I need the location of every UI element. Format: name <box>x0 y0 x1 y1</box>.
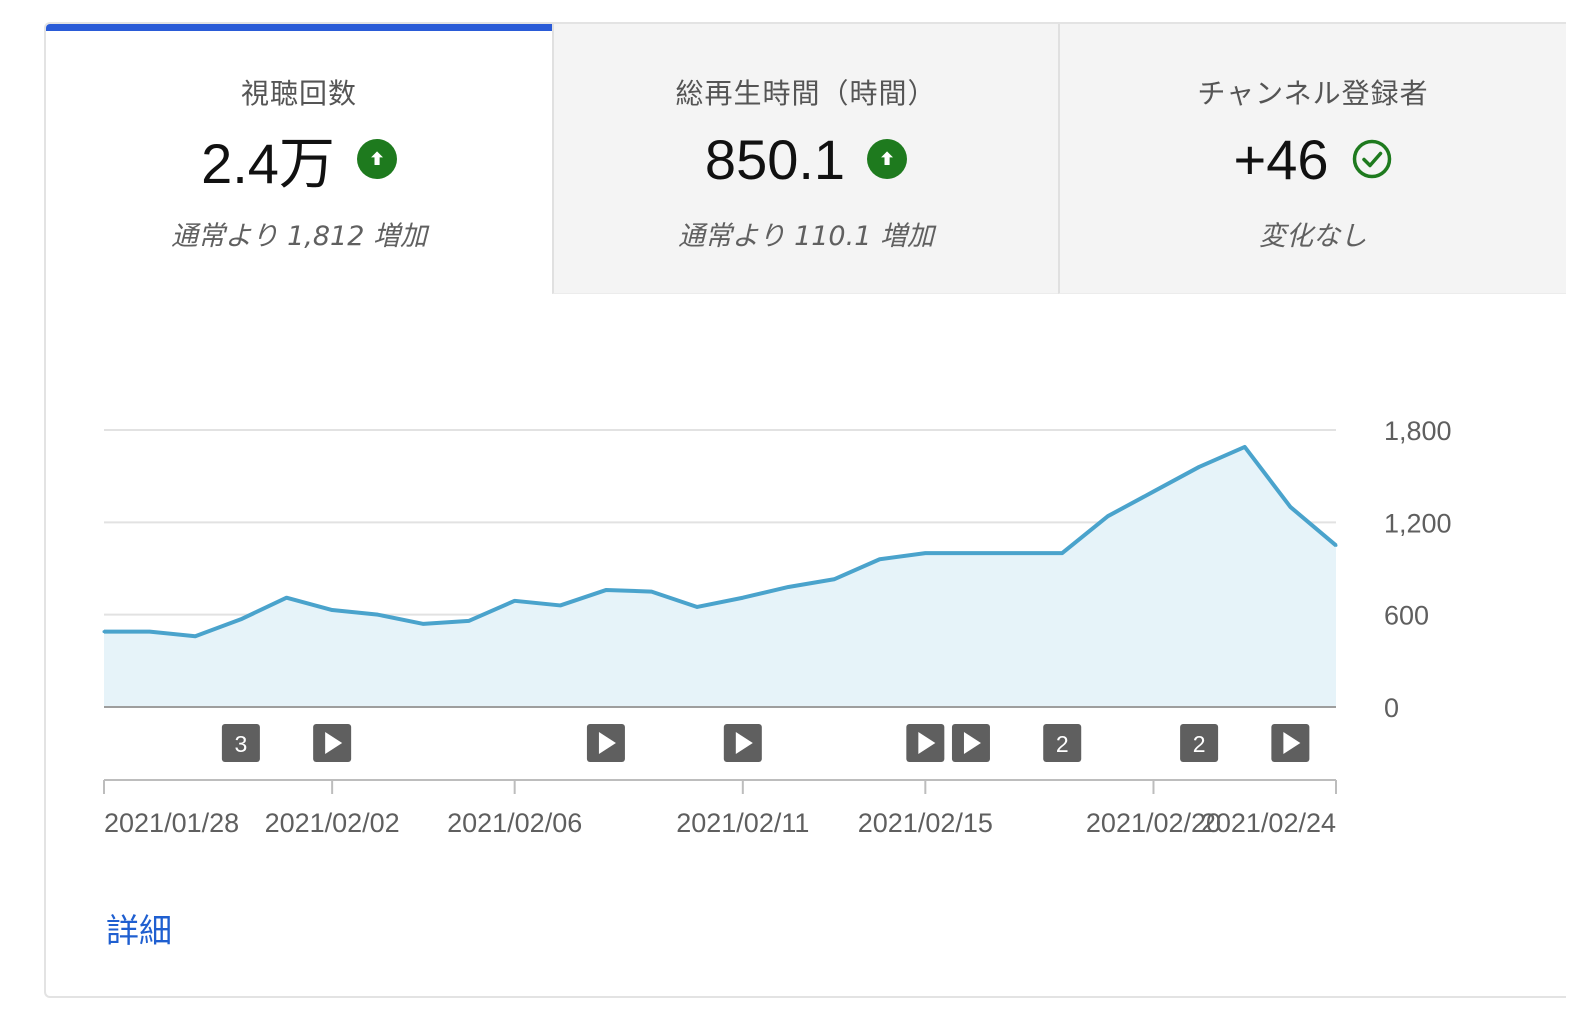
x-tick-label: 2021/02/24 <box>1201 808 1336 838</box>
data-point <box>330 608 334 612</box>
data-point <box>148 630 152 634</box>
video-marker[interactable] <box>586 724 625 762</box>
arrow-up-circle-icon <box>356 139 397 179</box>
y-tick-label: 600 <box>1384 601 1429 631</box>
tab-value: 2.4万 <box>201 131 335 195</box>
count-marker[interactable]: 3 <box>221 724 260 762</box>
x-tick-label: 2021/02/15 <box>858 808 993 838</box>
analytics-card: 視聴回数 2.4万 通常より 1,812 増加 総再生時間（時間） 850.1 … <box>44 22 1566 998</box>
data-point <box>878 557 882 561</box>
y-tick-label: 1,800 <box>1384 416 1452 446</box>
data-point <box>1334 543 1338 547</box>
arrow-up-circle-icon <box>867 139 908 179</box>
count-marker[interactable]: 2 <box>1043 724 1082 762</box>
data-point <box>604 588 608 592</box>
marker-count: 3 <box>234 731 247 757</box>
data-point <box>650 590 654 594</box>
check-circle-icon <box>1351 138 1393 180</box>
marker-count: 2 <box>1193 731 1206 757</box>
details-link[interactable]: 詳細 <box>106 904 172 952</box>
video-marker[interactable] <box>723 724 762 762</box>
data-point <box>1151 490 1155 494</box>
data-point <box>1060 551 1064 555</box>
x-tick-label: 2021/02/11 <box>676 808 809 838</box>
views-chart: 0 600 1,200 1,800 3 2 2 2021/01/28 2021/02/02 202… <box>46 294 1566 854</box>
tab-title: 視聴回数 <box>240 77 357 110</box>
views-area <box>104 446 1336 707</box>
tab-value: +46 <box>1233 127 1329 191</box>
data-point <box>193 634 197 638</box>
data-point <box>741 596 745 600</box>
x-tick-label: 2021/01/28 <box>104 808 239 838</box>
data-point <box>1243 445 1247 449</box>
tab-comparison: 通常より 110.1 増加 <box>678 221 934 252</box>
tab-comparison: 通常より 1,812 増加 <box>171 221 427 252</box>
data-point <box>1106 514 1110 518</box>
data-point <box>786 585 790 589</box>
data-point <box>969 551 973 555</box>
x-tick-label: 2021/02/02 <box>265 808 400 838</box>
tab-title: チャンネル登録者 <box>1197 77 1429 110</box>
count-marker[interactable]: 2 <box>1180 724 1219 762</box>
tab-watch-time[interactable]: 総再生時間（時間） 850.1 通常より 110.1 増加 <box>552 24 1058 294</box>
data-point <box>695 605 699 609</box>
tab-value: 850.1 <box>704 127 846 191</box>
tab-title: 総再生時間（時間） <box>675 77 937 110</box>
data-point <box>1288 505 1292 509</box>
y-tick-label: 0 <box>1384 693 1399 723</box>
data-point <box>421 622 425 626</box>
data-point <box>239 617 243 621</box>
data-point <box>923 551 927 555</box>
data-point <box>1015 551 1019 555</box>
video-marker[interactable] <box>951 724 990 762</box>
video-marker[interactable] <box>906 724 945 762</box>
tab-views[interactable]: 視聴回数 2.4万 通常より 1,812 増加 <box>46 24 552 294</box>
y-tick-label: 1,200 <box>1384 508 1452 538</box>
metric-tabs: 視聴回数 2.4万 通常より 1,812 増加 総再生時間（時間） 850.1 … <box>46 24 1566 294</box>
data-point <box>832 577 836 581</box>
views-area-chart: 0 600 1,200 1,800 3 2 2 2021/01/28 2021/02/02 202… <box>102 416 1452 838</box>
data-point <box>376 613 380 617</box>
tab-comparison: 変化なし <box>1259 221 1367 252</box>
tab-subscribers[interactable]: チャンネル登録者 +46 変化なし <box>1058 24 1566 294</box>
data-point <box>285 596 289 600</box>
data-point <box>1197 465 1201 469</box>
data-point <box>102 630 106 634</box>
x-tick-label: 2021/02/06 <box>447 808 582 838</box>
data-point <box>558 603 562 607</box>
marker-count: 2 <box>1056 731 1069 757</box>
video-marker[interactable] <box>313 724 352 762</box>
video-marker[interactable] <box>1271 724 1310 762</box>
data-point <box>513 599 517 603</box>
data-point <box>467 619 471 623</box>
